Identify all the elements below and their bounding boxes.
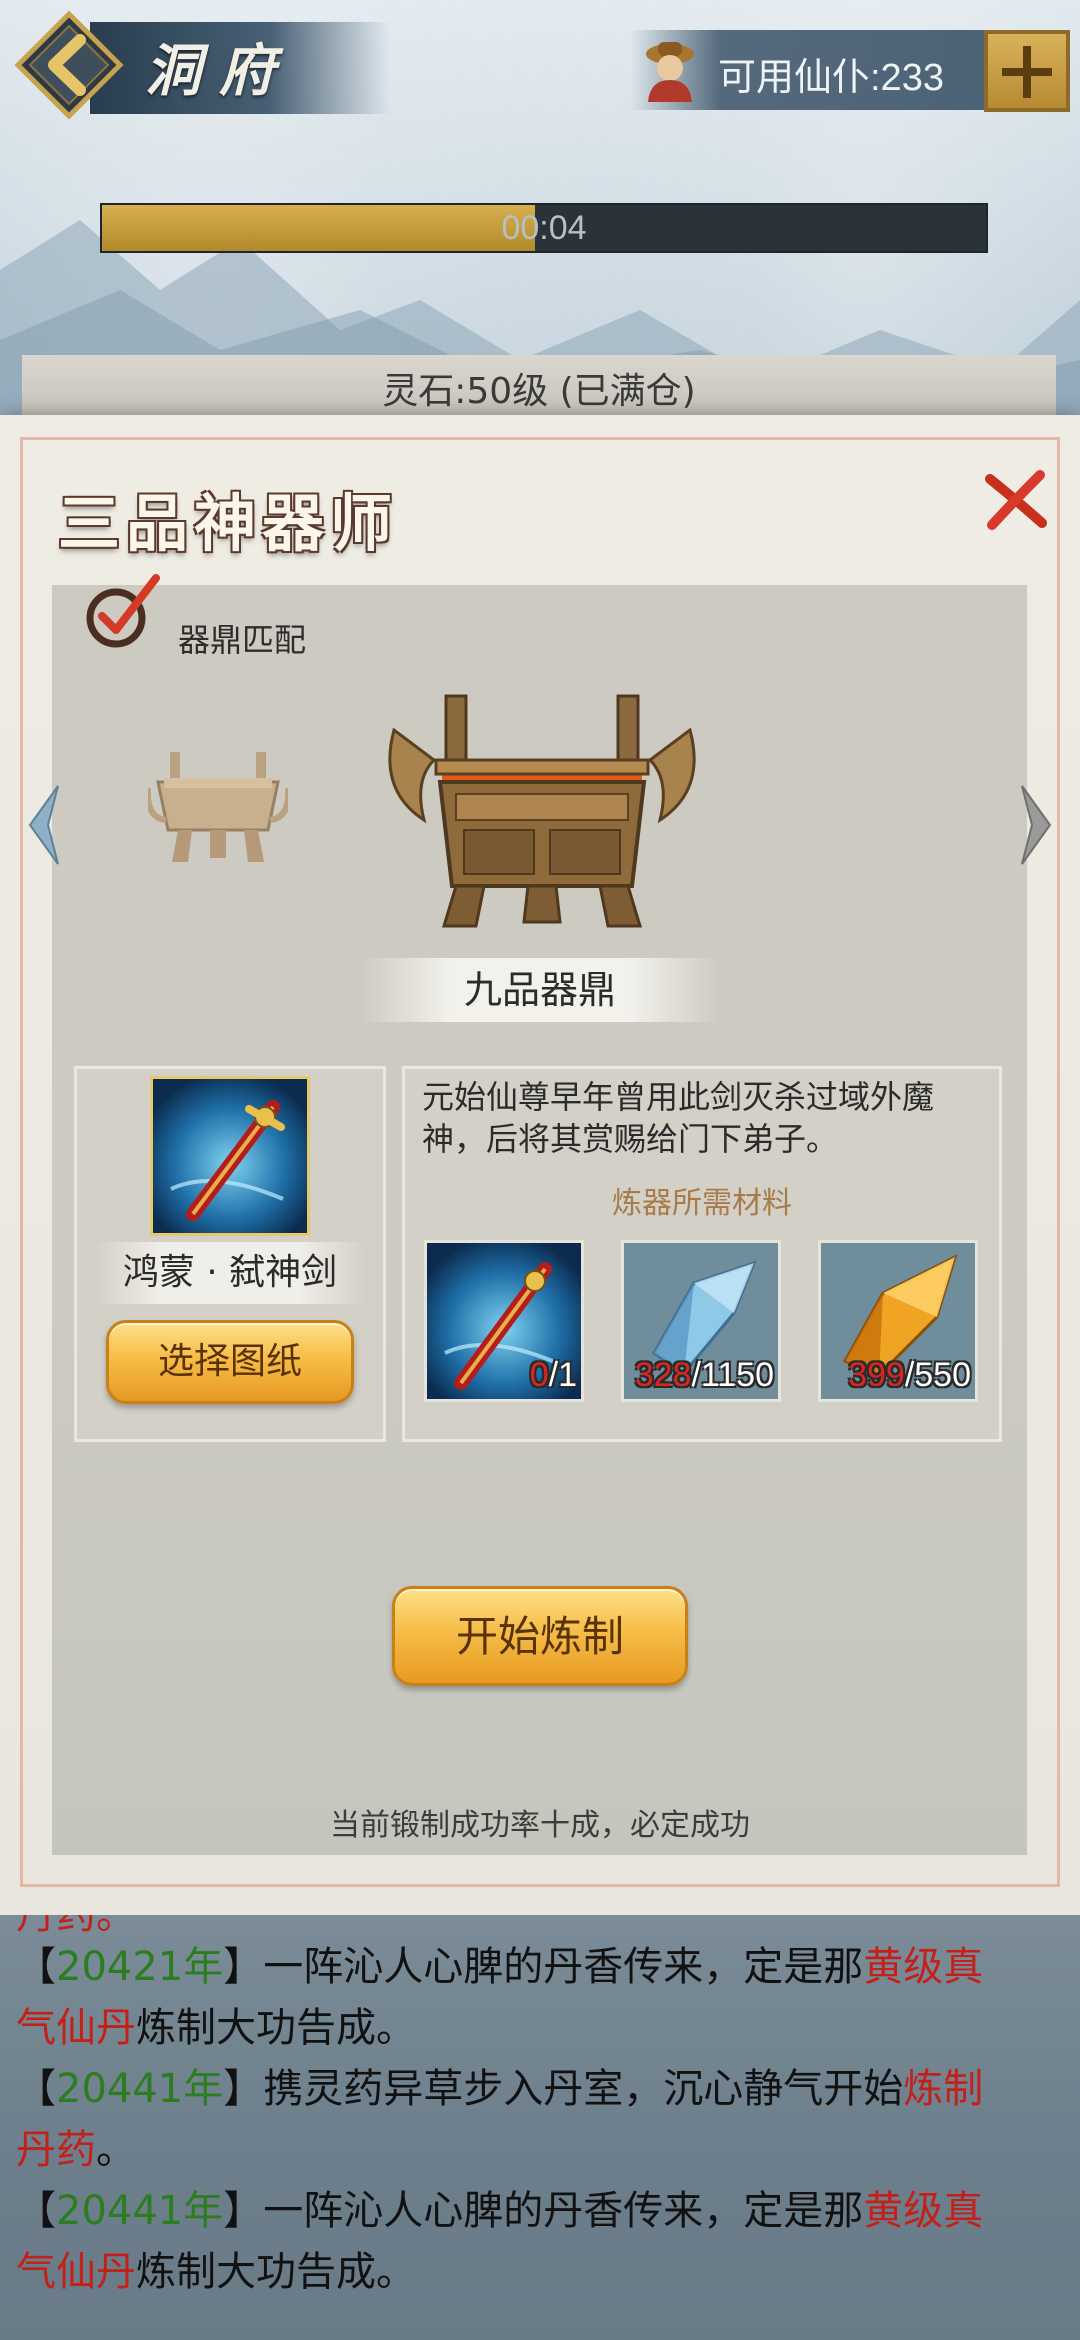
log-line: 气仙丹炼制大功告成。 [16, 1998, 1066, 2059]
log-segment: 】一阵沁人心脾的丹香传来，定是那 [223, 1944, 864, 1990]
material-slot-blue-crystal[interactable]: 328/1150 [621, 1240, 781, 1402]
dialog-title: 三品神器师 [58, 487, 399, 560]
log-segment: 【 [16, 2066, 56, 2112]
weapon-description: 元始仙尊早年曾用此剑灭杀过域外魔神，后将其赏赐给门下弟子。 [422, 1078, 935, 1158]
log-segment: 】一阵沁人心脾的丹香传来，定是那 [223, 2188, 864, 2234]
close-button[interactable] [980, 465, 1050, 535]
success-rate-text: 当前锻制成功率十成，必定成功 [330, 1808, 750, 1843]
log-segment: 气仙丹 [16, 2005, 136, 2051]
spirit-stone-strip: 灵石:50级 (已满仓) [22, 355, 1056, 415]
log-segment: 20421年 [56, 1944, 224, 1990]
log-line: 气仙丹炼制大功告成。 [16, 2242, 1066, 2303]
log-line: 丹药。 [16, 2120, 1066, 2181]
log-segment: 【 [16, 2188, 56, 2234]
log-segment: 气仙丹 [16, 2249, 136, 2295]
cauldron-name-plate: 九品器鼎 [360, 958, 720, 1022]
log-segment: 炼制大功告成。 [136, 2249, 416, 2295]
prev-cauldron-arrow-icon[interactable] [22, 782, 66, 868]
sword-blueprint-icon [153, 1079, 307, 1233]
material-count: 399/550 [848, 1356, 971, 1394]
log-segment: 炼制大功告成。 [136, 2005, 416, 2051]
start-refine-button[interactable]: 开始炼制 [392, 1586, 688, 1686]
progress-bar: 00:04 [100, 203, 988, 253]
log-segment: 20441年 [56, 2066, 224, 2112]
log-segment: 【 [16, 1944, 56, 1990]
log-segment: 丹药 [16, 2127, 96, 2173]
log-line: 丹药。 [16, 1915, 1066, 1937]
cauldron-small-icon[interactable] [148, 748, 288, 868]
back-button[interactable] [14, 10, 124, 120]
log-segment: 20441年 [56, 2188, 224, 2234]
blueprint-name-plate: 鸿蒙 · 弑神剑 [94, 1242, 366, 1304]
log-segment: 黄级真 [863, 1944, 984, 1990]
log-segment: 。 [96, 2127, 136, 2173]
next-cauldron-arrow-icon[interactable] [1014, 782, 1058, 868]
add-servant-button[interactable] [984, 30, 1070, 112]
blueprint-name: 鸿蒙 · 弑神剑 [122, 1252, 338, 1293]
material-slot-sword[interactable]: 0/1 [424, 1240, 584, 1402]
page-title: 洞府 [145, 38, 293, 104]
top-bar: 洞府 可用仙仆:233 [0, 0, 1080, 130]
match-check-icon [86, 574, 160, 648]
cauldron-name: 九品器鼎 [463, 968, 616, 1012]
material-slot-amber-crystal[interactable]: 399/550 [818, 1240, 978, 1402]
log-segment: 】携灵药异草步入丹室，沉心静气开始 [223, 2066, 904, 2112]
select-blueprint-button[interactable]: 选择图纸 [106, 1320, 354, 1404]
log-lines: 丹药。【20421年】一阵沁人心脾的丹香传来，定是那黄级真气仙丹炼制大功告成。【… [16, 1915, 1066, 2303]
cauldron-nine-grade-icon[interactable] [384, 690, 700, 930]
log-line: 【20421年】一阵沁人心脾的丹香传来，定是那黄级真 [16, 1937, 1066, 1998]
log-line: 【20441年】携灵药异草步入丹室，沉心静气开始炼制 [16, 2059, 1066, 2120]
event-log[interactable]: 丹药。【20421年】一阵沁人心脾的丹香传来，定是那黄级真气仙丹炼制大功告成。【… [0, 1915, 1080, 2340]
log-segment: 丹药。 [16, 1915, 136, 1937]
match-label: 器鼎匹配 [178, 621, 307, 659]
log-segment: 炼制 [903, 2066, 984, 2112]
material-count: 0/1 [529, 1356, 577, 1394]
servant-avatar-icon [646, 42, 694, 102]
progress-timer: 00:04 [501, 209, 587, 247]
material-count: 328/1150 [634, 1356, 774, 1394]
log-line: 【20441年】一阵沁人心脾的丹香传来，定是那黄级真 [16, 2181, 1066, 2242]
servant-count: 可用仙仆:233 [718, 57, 944, 99]
blueprint-slot[interactable] [150, 1076, 310, 1236]
materials-header: 炼器所需材料 [612, 1186, 792, 1221]
log-segment: 黄级真 [863, 2188, 984, 2234]
